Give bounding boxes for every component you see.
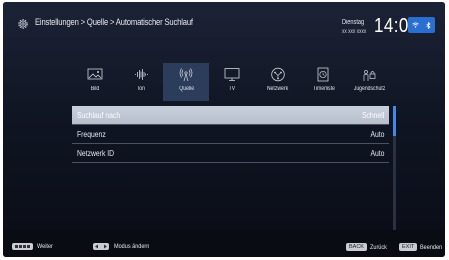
tab-label: Jugendschutz	[353, 86, 385, 92]
hint-weiter-label: Weiter	[37, 243, 53, 250]
setting-label: Netzwerk ID	[77, 148, 115, 158]
setting-suchlauf-nach[interactable]: Suchlauf nach Schnell	[72, 106, 389, 125]
tab-label: Quelle	[178, 86, 194, 92]
gear-icon	[18, 19, 28, 29]
hint-back-label: Zurück	[369, 243, 387, 251]
setting-label: Frequenz	[77, 129, 106, 139]
color-keys-icon	[12, 243, 33, 250]
picture-icon	[87, 68, 103, 80]
tab-jugendschutz[interactable]: Jugendschutz	[346, 63, 392, 101]
tv-icon	[224, 68, 240, 81]
tab-ton[interactable]: Ton	[118, 63, 164, 101]
category-tabs: Bild Ton Quelle TV Netzwerk Timerliste J…	[72, 63, 392, 101]
settings-panel: Einstellungen > Quelle > Automatischer S…	[3, 2, 445, 233]
footer-hints: Weiter Modus ändern BACK Zurück EXIT Bee…	[3, 230, 445, 257]
scrollbar-thumb[interactable]	[393, 106, 396, 136]
setting-value: Schnell	[361, 110, 384, 120]
setting-frequenz[interactable]: Frequenz Auto	[72, 125, 389, 144]
settings-list: Suchlauf nach Schnell Frequenz Auto Netz…	[72, 106, 389, 163]
setting-label: Suchlauf nach	[77, 110, 121, 120]
scrollbar[interactable]	[393, 106, 396, 233]
tab-netzwerk[interactable]: Netzwerk	[255, 63, 301, 101]
tab-label: Bild	[90, 86, 100, 92]
hint-weiter: Weiter	[12, 243, 56, 250]
exit-key: EXIT	[399, 243, 418, 251]
hint-back: BACK Zurück	[346, 243, 390, 251]
day-label: Dienstag	[342, 19, 365, 26]
left-right-arrows-icon	[93, 243, 109, 250]
tab-tv[interactable]: TV	[209, 63, 255, 101]
tab-label: Ton	[136, 86, 145, 92]
network-icon	[271, 67, 285, 82]
setting-value: Auto	[370, 148, 384, 158]
tab-bild[interactable]: Bild	[72, 63, 118, 101]
timer-list-icon	[318, 67, 329, 82]
status-indicator	[408, 17, 435, 33]
tv-screen: Einstellungen > Quelle > Automatischer S…	[3, 2, 445, 257]
setting-netzwerk-id[interactable]: Netzwerk ID Auto	[72, 144, 389, 163]
wifi-icon	[411, 22, 419, 28]
date-label: xx xxx xxxx	[342, 29, 367, 35]
sound-icon	[134, 69, 148, 80]
tab-quelle[interactable]: Quelle	[163, 63, 210, 101]
back-key: BACK	[346, 243, 367, 251]
breadcrumb: Einstellungen > Quelle > Automatischer S…	[35, 17, 193, 27]
hint-modus: Modus ändern	[93, 243, 156, 250]
parental-lock-icon	[363, 70, 376, 81]
tab-label: Netzwerk	[267, 86, 289, 92]
hint-modus-label: Modus ändern	[114, 243, 150, 250]
antenna-icon	[179, 68, 193, 82]
tab-timerliste[interactable]: Timerliste	[301, 63, 347, 101]
hint-exit-label: Beenden	[420, 243, 443, 251]
tab-label: Timerliste	[312, 86, 335, 92]
setting-value: Auto	[370, 129, 384, 139]
bluetooth-icon	[426, 21, 431, 29]
hint-exit: EXIT Beenden	[399, 243, 445, 251]
tab-label: TV	[228, 86, 236, 92]
